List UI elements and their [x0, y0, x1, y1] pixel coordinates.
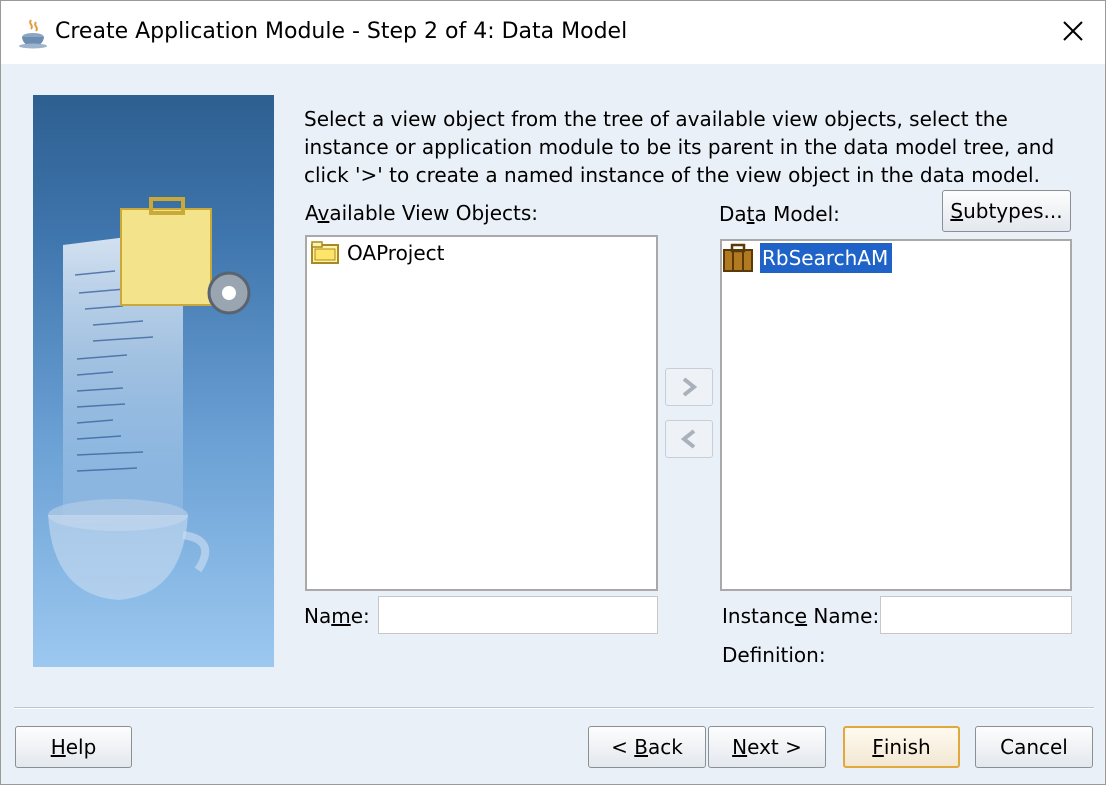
- briefcase-icon: [723, 243, 753, 272]
- close-button[interactable]: [1047, 9, 1099, 53]
- cancel-button[interactable]: Cancel: [975, 726, 1093, 768]
- instance-name-input[interactable]: [880, 596, 1072, 634]
- title-bar: Create Application Module - Step 2 of 4:…: [1, 1, 1105, 64]
- tree-item-label: OAProject: [347, 241, 445, 265]
- definition-label: Definition:: [722, 643, 826, 667]
- available-view-objects-label: Available View Objects:: [305, 201, 539, 225]
- tree-item-oaproject[interactable]: OAProject: [311, 241, 445, 265]
- data-model-label: Data Model:: [719, 202, 840, 226]
- name-label: Name:: [304, 604, 370, 628]
- folder-icon: [311, 241, 339, 264]
- footer-separator: [14, 707, 1094, 709]
- tree-item-label: RbSearchAM: [760, 243, 893, 273]
- back-button[interactable]: < Back: [588, 726, 706, 768]
- finish-button[interactable]: Finish: [843, 726, 960, 768]
- next-button[interactable]: Next >: [708, 726, 826, 768]
- java-cup-icon: [19, 19, 47, 49]
- tree-item-rbsearcham[interactable]: RbSearchAM: [722, 243, 893, 273]
- subtypes-button[interactable]: Subtypes...: [942, 190, 1071, 232]
- remove-from-data-model-button[interactable]: [665, 420, 713, 458]
- instructions-text: Select a view object from the tree of av…: [304, 107, 1055, 187]
- close-icon: [1063, 21, 1083, 41]
- chevron-left-icon: [680, 429, 696, 449]
- available-view-objects-tree[interactable]: OAProject: [305, 235, 658, 591]
- wizard-banner-image: [33, 95, 274, 667]
- help-button[interactable]: Help: [15, 726, 132, 768]
- add-to-data-model-button[interactable]: [665, 368, 713, 406]
- chevron-right-icon: [682, 377, 698, 397]
- instance-name-label: Instance Name:: [722, 604, 880, 628]
- window-title: Create Application Module - Step 2 of 4:…: [55, 19, 628, 44]
- data-model-tree[interactable]: RbSearchAM: [720, 239, 1072, 591]
- create-application-module-dialog: Create Application Module - Step 2 of 4:…: [0, 0, 1106, 785]
- name-input[interactable]: [378, 596, 658, 634]
